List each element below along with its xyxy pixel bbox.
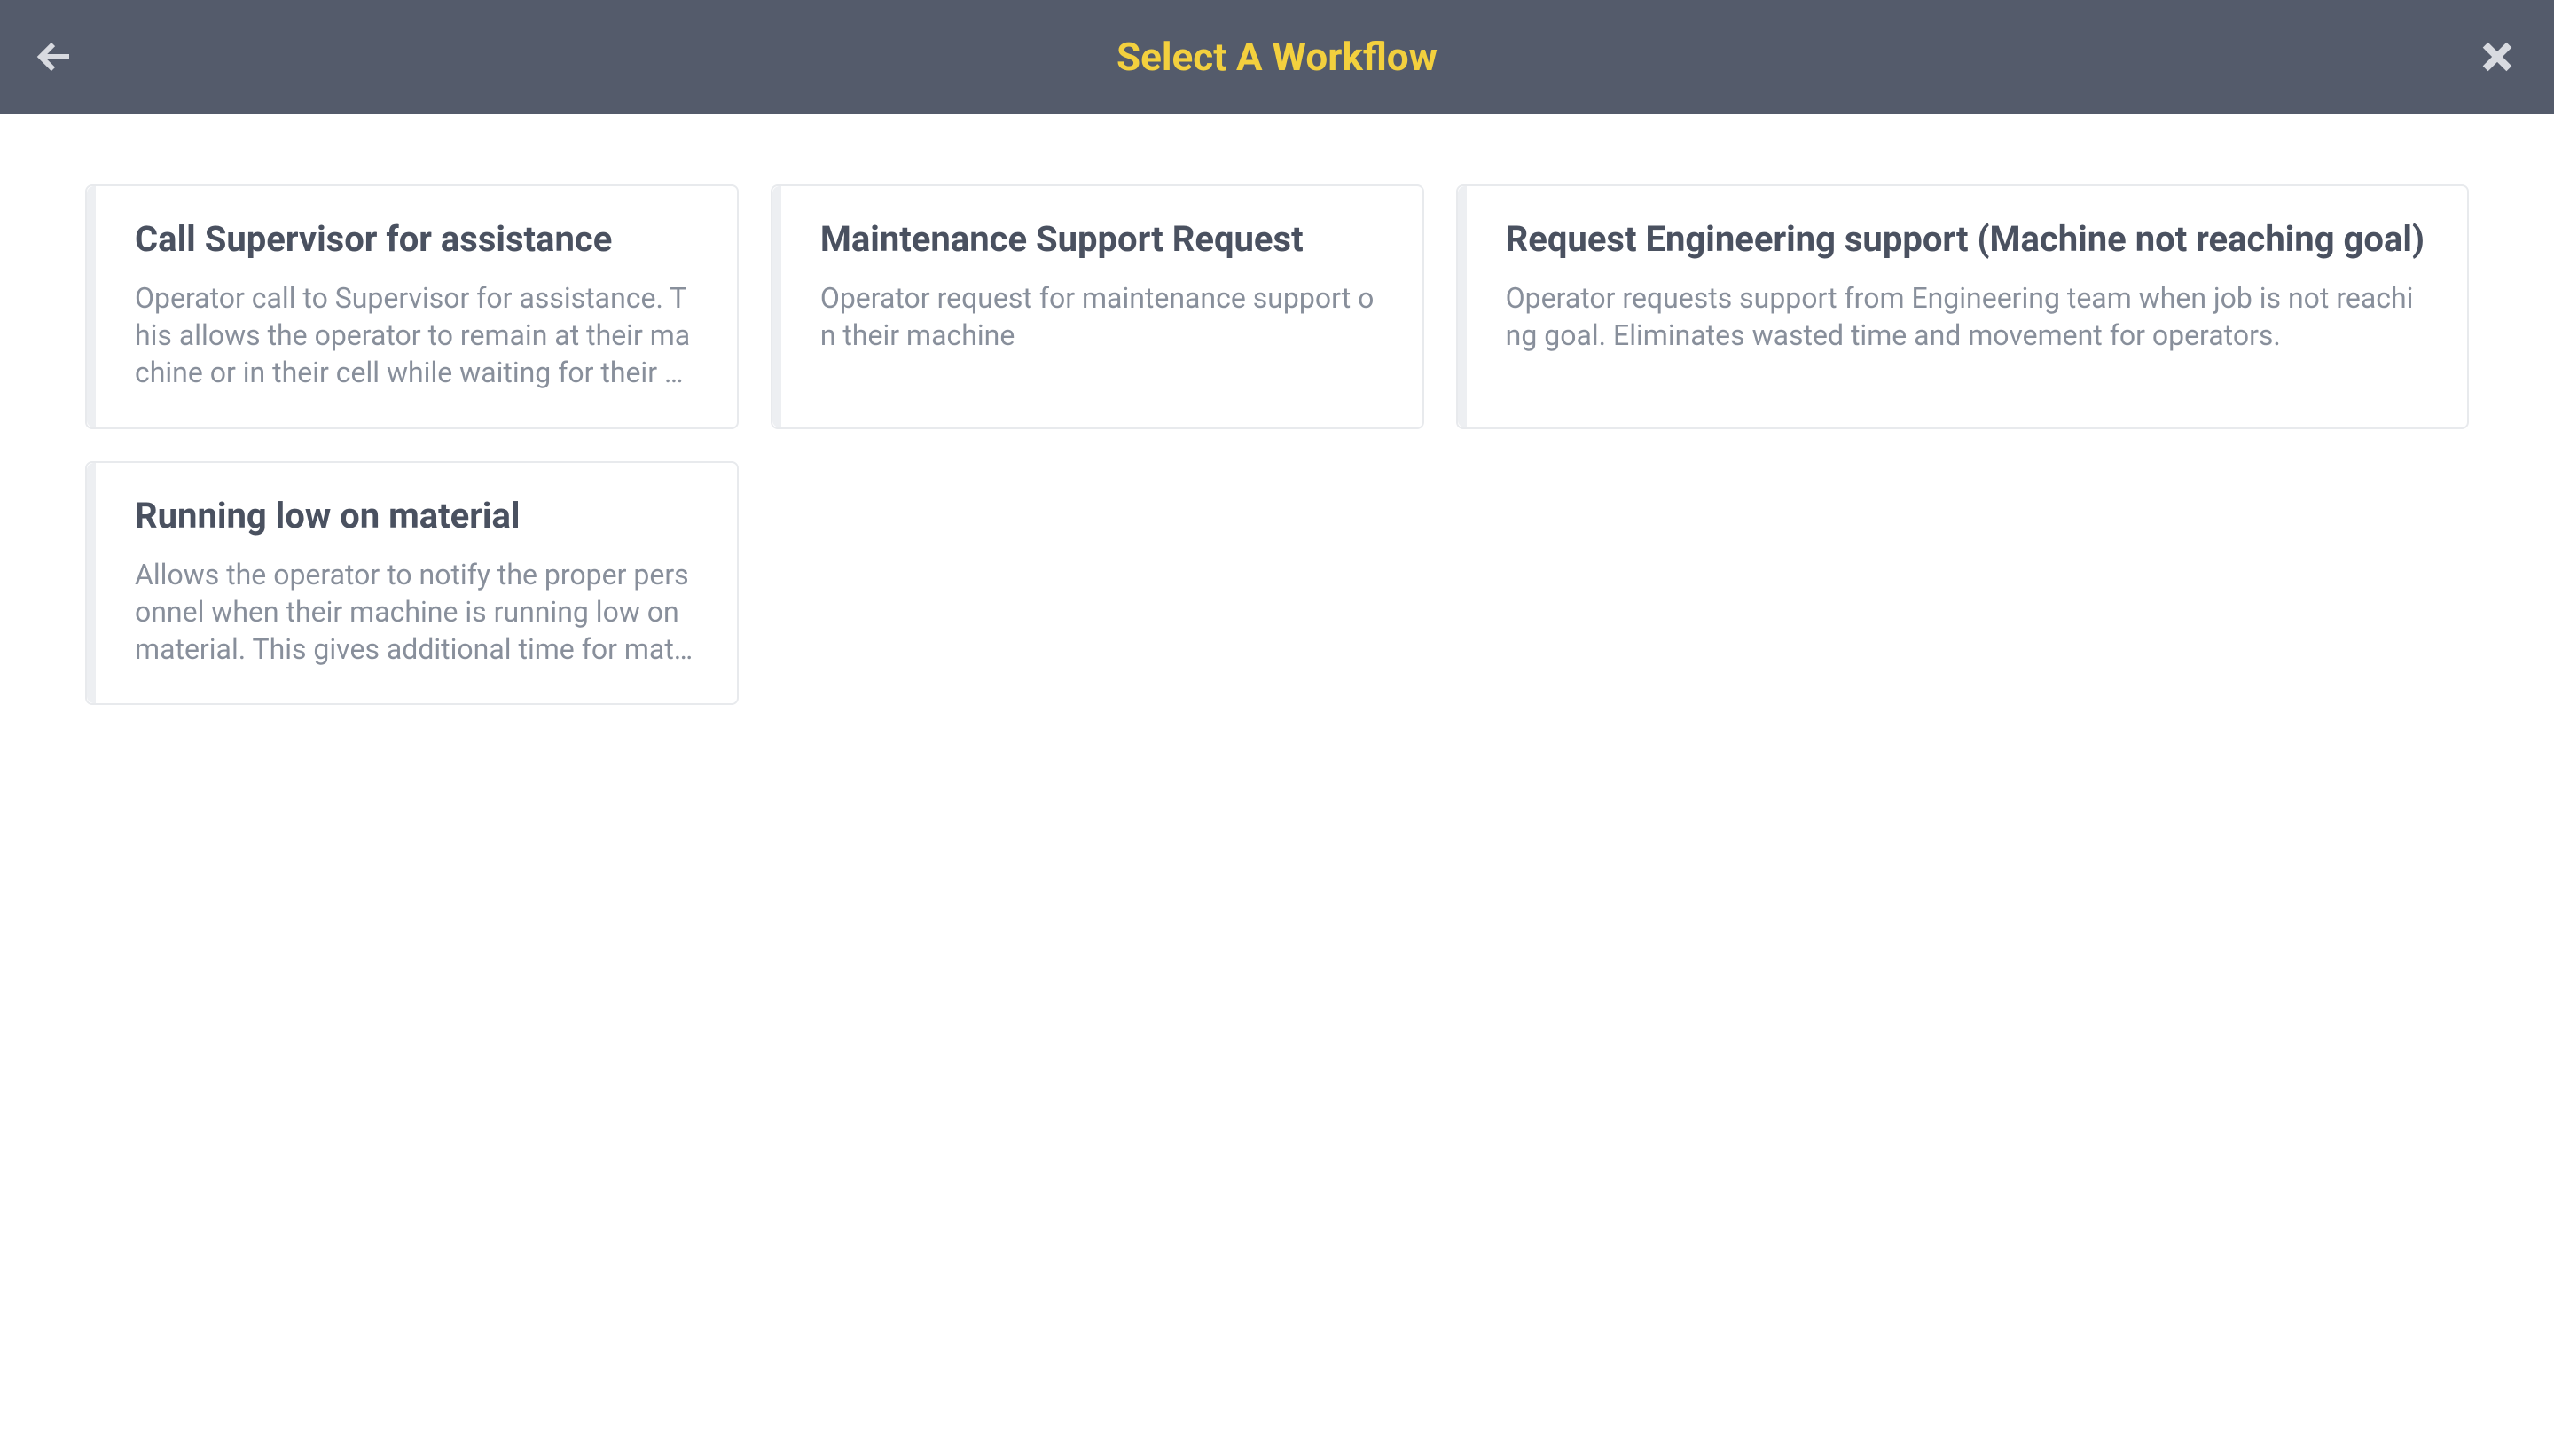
workflow-title: Request Engineering support (Machine not… bbox=[1506, 218, 2425, 260]
page-title: Select A Workflow bbox=[1116, 34, 1438, 80]
workflow-title: Maintenance Support Request bbox=[820, 218, 1380, 260]
workflow-grid: Call Supervisor for assistance Operator … bbox=[85, 184, 2469, 705]
workflow-description: Operator call to Supervisor for assistan… bbox=[135, 279, 694, 392]
back-button[interactable] bbox=[28, 30, 82, 83]
content-area: Call Supervisor for assistance Operator … bbox=[0, 114, 2554, 776]
workflow-card-low-material[interactable]: Running low on material Allows the opera… bbox=[85, 461, 739, 706]
close-icon bbox=[2480, 39, 2515, 74]
workflow-description: Operator request for maintenance support… bbox=[820, 279, 1380, 354]
workflow-card-engineering[interactable]: Request Engineering support (Machine not… bbox=[1456, 184, 2469, 429]
workflow-card-call-supervisor[interactable]: Call Supervisor for assistance Operator … bbox=[85, 184, 739, 429]
header: Select A Workflow bbox=[0, 0, 2554, 114]
workflow-title: Running low on material bbox=[135, 495, 694, 536]
workflow-description: Allows the operator to notify the proper… bbox=[135, 556, 694, 669]
workflow-card-maintenance[interactable]: Maintenance Support Request Operator req… bbox=[771, 184, 1424, 429]
workflow-description: Operator requests support from Engineeri… bbox=[1506, 279, 2425, 354]
workflow-title: Call Supervisor for assistance bbox=[135, 218, 694, 260]
arrow-left-icon bbox=[34, 35, 76, 78]
close-button[interactable] bbox=[2472, 32, 2522, 82]
